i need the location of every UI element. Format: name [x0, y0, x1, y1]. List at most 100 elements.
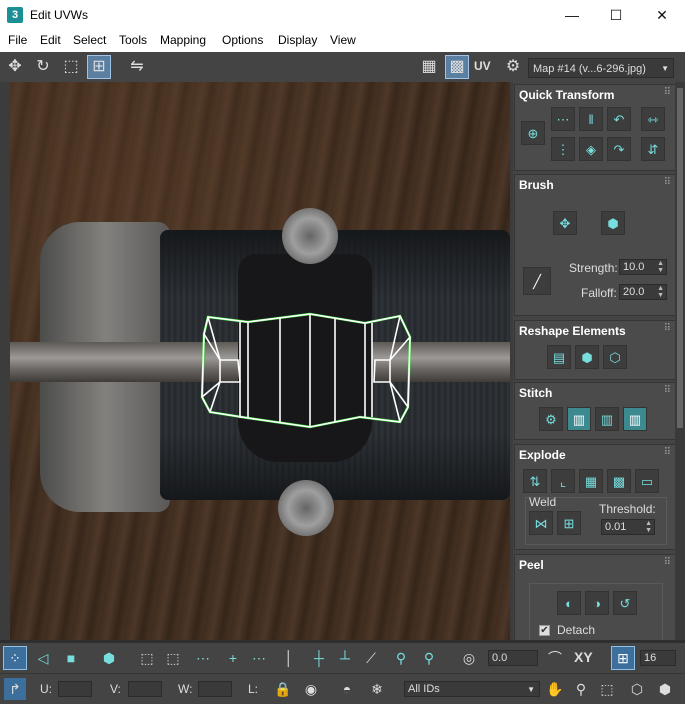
settings-icon[interactable]: ⚙	[502, 56, 524, 78]
absolute-mode-icon[interactable]: ↱	[4, 678, 26, 700]
falloff-curve-icon[interactable]: ╱	[523, 267, 551, 295]
straighten-icon[interactable]: ◈	[579, 137, 603, 161]
freeze-icon[interactable]: ❄	[366, 678, 388, 700]
grid-size-field[interactable]: 16	[640, 650, 676, 666]
select-by-element-icon[interactable]: ⬚	[136, 647, 158, 669]
detach-checkbox[interactable]: ✔	[539, 625, 550, 636]
freeform-icon[interactable]: ⊞	[87, 55, 111, 79]
zoom-region-icon[interactable]: ⬚	[596, 678, 618, 700]
paint-move-icon[interactable]: ✥	[553, 211, 577, 235]
polygon-select-icon[interactable]: ■	[60, 647, 82, 669]
paint-select-icon[interactable]: ⟋	[360, 647, 382, 669]
paint-shrink-icon[interactable]: ⚲	[418, 647, 440, 669]
move-icon[interactable]: ✥	[4, 56, 26, 78]
mirror-icon[interactable]: ⇋	[126, 56, 148, 78]
edge-select-icon[interactable]: ◁	[32, 647, 54, 669]
loop-shrink-icon[interactable]: ┴	[334, 647, 356, 669]
spinner-arrows-icon[interactable]: ▲ ▼	[657, 260, 664, 274]
peel-mode-icon[interactable]: ◑	[585, 591, 609, 615]
rotate-snap-icon[interactable]: ◎	[458, 647, 480, 669]
menu-edit[interactable]: Edit	[40, 33, 61, 47]
rollout-title[interactable]: Quick Transform	[519, 88, 614, 102]
straighten-selection-icon[interactable]: ▤	[547, 345, 571, 369]
menu-select[interactable]: Select	[73, 33, 106, 47]
flatten-icon[interactable]: ▦	[579, 469, 603, 493]
flip-horizontal-icon[interactable]: ⇿	[641, 107, 665, 131]
strength-spinner[interactable]: 10.0 ▲ ▼	[619, 259, 667, 275]
align-horizontal-icon[interactable]: ⋯	[551, 107, 575, 131]
maximize-button[interactable]: ☐	[593, 0, 639, 30]
show-map-icon[interactable]: ▩	[445, 55, 469, 79]
element-select-icon[interactable]: ⬢	[98, 647, 120, 669]
falloff-spinner[interactable]: 20.0 ▲ ▼	[619, 284, 667, 300]
break-icon[interactable]: ⇅	[523, 469, 547, 493]
menu-file[interactable]: File	[8, 33, 27, 47]
threshold-spinner[interactable]: 0.01 ▲ ▼	[601, 519, 655, 535]
grip-icon[interactable]: ⠿	[664, 385, 671, 396]
scrollbar-thumb[interactable]	[677, 88, 683, 428]
menu-view[interactable]: View	[330, 33, 356, 47]
point-to-point-icon[interactable]: │	[278, 647, 300, 669]
grip-icon[interactable]: ⠿	[664, 447, 671, 458]
rotate-angle-field[interactable]: 0.0	[488, 650, 538, 666]
menu-mapping[interactable]: Mapping	[160, 33, 206, 47]
close-button[interactable]: ✕	[639, 0, 685, 30]
rotate-ccw-icon[interactable]: ↶	[607, 107, 631, 131]
ring-shrink-icon[interactable]: ⋯	[192, 647, 214, 669]
weld-target-icon[interactable]: ⊞	[557, 511, 581, 535]
rollout-title[interactable]: Stitch	[519, 386, 552, 400]
frame-selected-icon[interactable]: ⬡	[626, 678, 648, 700]
panel-scrollbar[interactable]	[675, 82, 685, 640]
reset-peel-icon[interactable]: ↺	[613, 591, 637, 615]
menu-tools[interactable]: Tools	[119, 33, 147, 47]
relax-brush-icon[interactable]: ⬢	[601, 211, 625, 235]
shrink-select-icon[interactable]: ⬚	[162, 647, 184, 669]
rotate-icon[interactable]: ↻	[32, 56, 54, 78]
stitch-average-icon[interactable]: ▥	[595, 407, 619, 431]
align-vertical-icon[interactable]: ⋮	[551, 137, 575, 161]
uv-viewport[interactable]	[10, 82, 510, 640]
relax-settings-icon[interactable]: ⬡	[603, 345, 627, 369]
quick-peel-icon[interactable]: ◐	[557, 591, 581, 615]
map-selector[interactable]: Map #14 (v...6-296.jpg) ▼	[528, 58, 674, 78]
paint-grow-icon[interactable]: ⚲	[390, 647, 412, 669]
minimize-button[interactable]: —	[549, 0, 595, 30]
loop-grow-icon[interactable]: ┼	[308, 647, 330, 669]
rollout-title[interactable]: Brush	[519, 178, 554, 192]
spinner-arrows-icon[interactable]: ▲ ▼	[657, 285, 664, 299]
stitch-to-target-icon[interactable]: ▥	[623, 407, 647, 431]
zoom-icon[interactable]: ⚲	[570, 678, 592, 700]
menu-display[interactable]: Display	[278, 33, 317, 47]
uv-mesh[interactable]	[10, 82, 510, 640]
ids-select[interactable]: All IDs ▼	[404, 681, 540, 697]
soft-select-curve-icon[interactable]: ⌒	[544, 647, 566, 669]
loop-icon[interactable]: ⋯	[248, 647, 270, 669]
rollout-title[interactable]: Reshape Elements	[519, 324, 626, 338]
weld-selected-icon[interactable]: ⋈	[529, 511, 553, 535]
grip-icon[interactable]: ⠿	[664, 177, 671, 188]
detach-edge-icon[interactable]: ⌞	[551, 469, 575, 493]
zoom-extents-icon[interactable]: ⬢	[654, 678, 676, 700]
rollout-title[interactable]: Explode	[519, 448, 566, 462]
menu-options[interactable]: Options	[222, 33, 263, 47]
flip-vertical-icon[interactable]: ⇵	[641, 137, 665, 161]
w-field[interactable]	[198, 681, 232, 697]
rollout-title[interactable]: Peel	[519, 558, 544, 572]
xy-axis-toggle[interactable]: XY	[574, 649, 593, 665]
flatten-by-material-icon[interactable]: ▭	[635, 469, 659, 493]
grip-icon[interactable]: ⠿	[664, 557, 671, 568]
pivot-icon[interactable]: ⊕	[521, 121, 545, 145]
relax-icon[interactable]: ⬢	[575, 345, 599, 369]
space-vertical-icon[interactable]: ‖	[579, 107, 603, 131]
stitch-custom-icon[interactable]: ⚙	[539, 407, 563, 431]
u-field[interactable]	[58, 681, 92, 697]
vertex-select-icon[interactable]: ⁘	[3, 646, 27, 670]
flatten-by-smoothing-icon[interactable]: ▩	[607, 469, 631, 493]
rotate-cw-icon[interactable]: ↷	[607, 137, 631, 161]
spinner-arrows-icon[interactable]: ▲ ▼	[645, 520, 652, 534]
visibility-icon[interactable]: ◓	[336, 678, 358, 700]
ring-grow-icon[interactable]: +	[222, 647, 244, 669]
lock-icon[interactable]: 🔒	[272, 678, 294, 700]
uv-space-label[interactable]: UV	[474, 59, 491, 73]
hide-icon[interactable]: ◉	[300, 678, 322, 700]
